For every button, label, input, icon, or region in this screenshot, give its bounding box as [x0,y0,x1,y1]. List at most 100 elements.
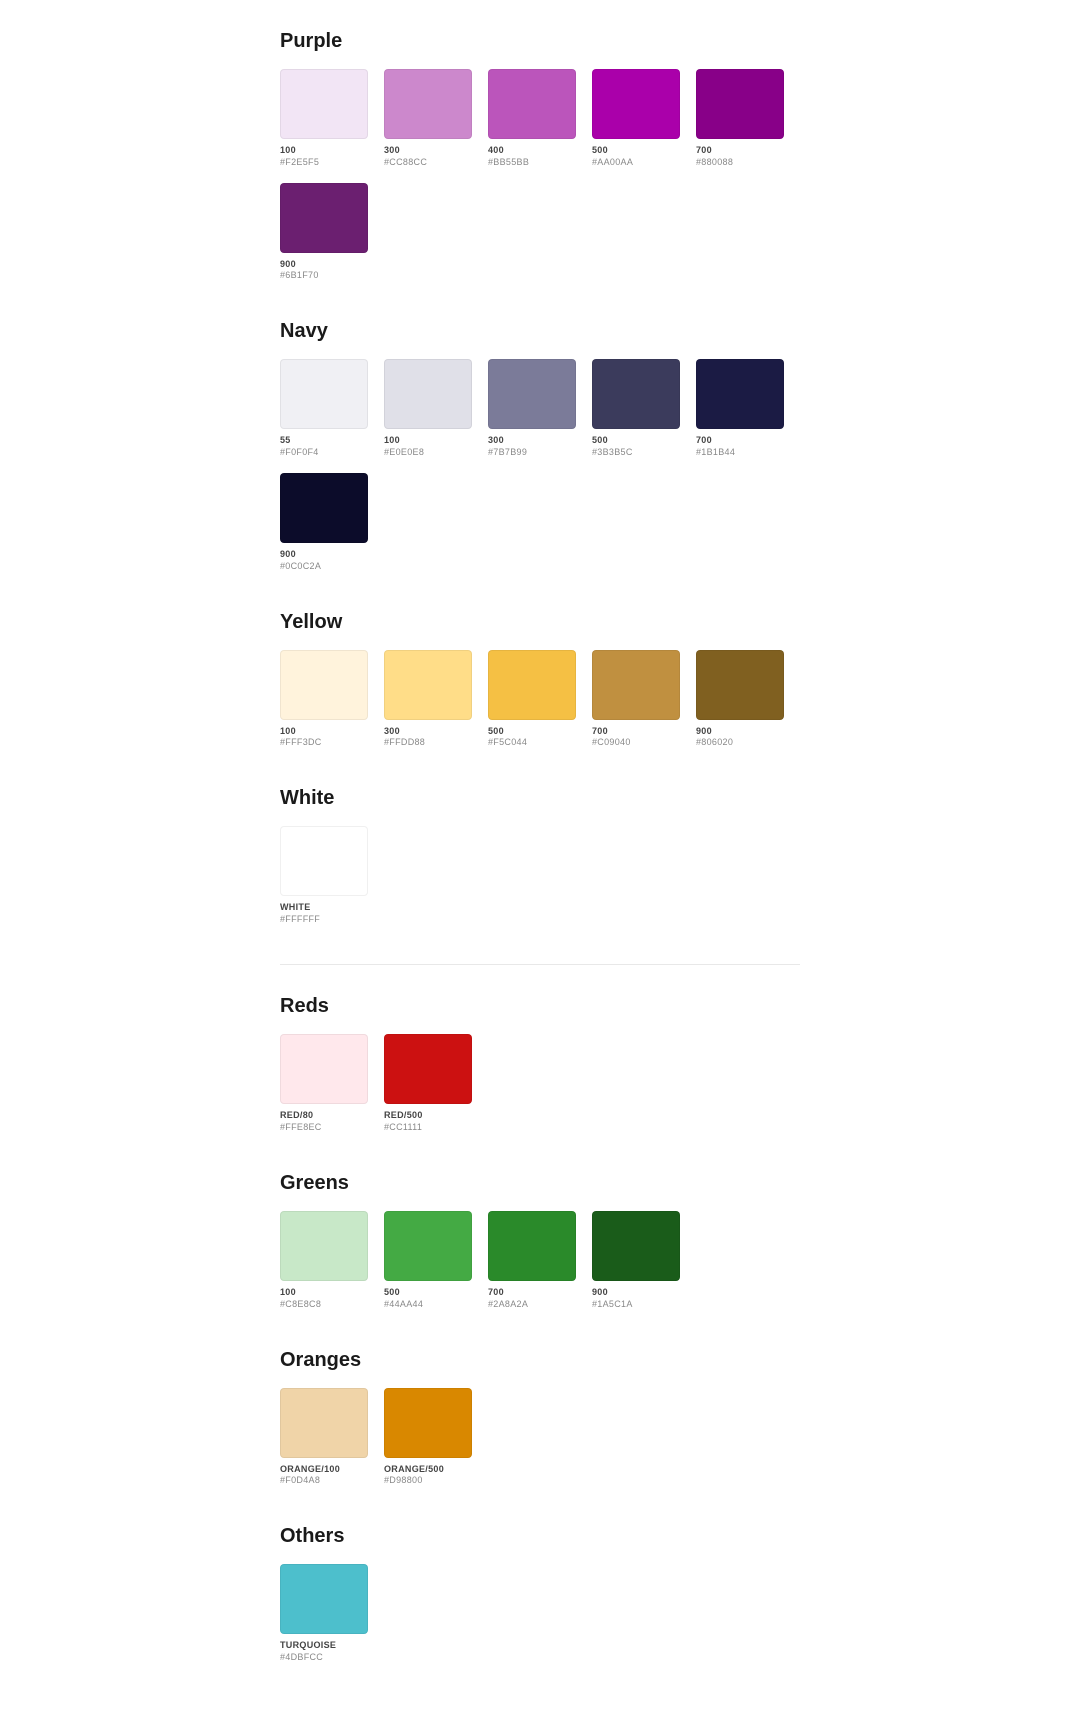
color-hex: #1B1B44 [696,447,735,457]
color-swatch [280,1564,368,1634]
color-item: 500#F5C044 [488,650,576,748]
color-item: 700#880088 [696,69,784,167]
color-row-white: WHITE#FFFFFF [280,826,800,924]
color-hex: #1A5C1A [592,1299,633,1309]
color-item: 55#F0F0F4 [280,359,368,457]
color-label: 300 [488,435,504,447]
color-row-reds: RED/80#FFE8EC RED/500#CC1111 [280,1034,800,1132]
color-item: 100#E0E0E8 [384,359,472,457]
color-swatch [592,650,680,720]
color-label: 100 [280,1287,296,1299]
color-swatch [384,650,472,720]
divider [280,964,800,965]
color-swatch [592,1211,680,1281]
color-label: 700 [696,435,712,447]
color-swatch [384,1211,472,1281]
color-label: 55 [280,435,291,447]
section-title-oranges: Oranges [280,1349,800,1372]
color-label: 100 [280,145,296,157]
color-item: 700#1B1B44 [696,359,784,457]
color-hex: #F0D4A8 [280,1475,320,1485]
color-item: 900#0C0C2A [280,473,368,571]
color-label: 100 [280,726,296,738]
color-swatch [280,1388,368,1458]
color-item: 400#BB55BB [488,69,576,167]
color-hex: #CC88CC [384,157,427,167]
color-label: 900 [592,1287,608,1299]
color-item: 900#1A5C1A [592,1211,680,1309]
color-hex: #AA00AA [592,157,633,167]
color-hex: #4DBFCC [280,1652,323,1662]
color-item: 300#7B7B99 [488,359,576,457]
color-item: WHITE#FFFFFF [280,826,368,924]
color-swatch [280,1034,368,1104]
color-swatch [696,650,784,720]
color-swatch [384,69,472,139]
color-label: 500 [592,435,608,447]
color-swatch [488,69,576,139]
color-item: 900#6B1F70 [280,183,368,281]
color-hex: #2A8A2A [488,1299,528,1309]
color-hex: #FFF3DC [280,737,322,747]
color-hex: #F5C044 [488,737,527,747]
color-item: 500#3B3B5C [592,359,680,457]
section-title-yellow: Yellow [280,611,800,634]
color-swatch [696,359,784,429]
color-item: 500#44AA44 [384,1211,472,1309]
color-label: 300 [384,145,400,157]
color-hex: #FFFFFF [280,914,320,924]
color-label: TURQUOISE [280,1640,336,1652]
color-swatch [280,1211,368,1281]
color-row-purple: 100#F2E5F5300#CC88CC400#BB55BB500#AA00AA… [280,69,800,280]
color-row-navy: 55#F0F0F4100#E0E0E8300#7B7B99500#3B3B5C7… [280,359,800,570]
color-hex: #880088 [696,157,733,167]
section-title-greens: Greens [280,1172,800,1195]
color-hex: #FFE8EC [280,1122,322,1132]
color-item: 700#C09040 [592,650,680,748]
color-hex: #806020 [696,737,733,747]
color-label: 500 [592,145,608,157]
color-swatch [696,69,784,139]
color-label: ORANGE/500 [384,1464,444,1476]
color-swatch [384,1388,472,1458]
color-swatch [280,826,368,896]
color-item: 900#806020 [696,650,784,748]
color-item: 100#FFF3DC [280,650,368,748]
color-label: 700 [696,145,712,157]
color-row-oranges: ORANGE/100#F0D4A8ORANGE/500#D98800 [280,1388,800,1486]
section-oranges: OrangesORANGE/100#F0D4A8ORANGE/500#D9880… [280,1349,800,1486]
color-item: ORANGE/100#F0D4A8 [280,1388,368,1486]
color-label: 100 [384,435,400,447]
color-label: 700 [488,1287,504,1299]
color-hex: #3B3B5C [592,447,633,457]
section-title-navy: Navy [280,320,800,343]
color-item: 100#C8E8C8 [280,1211,368,1309]
color-row-yellow: 100#FFF3DC300#FFDD88500#F5C044700#C09040… [280,650,800,748]
color-label: ORANGE/100 [280,1464,340,1476]
color-swatch [280,359,368,429]
color-item: 300#CC88CC [384,69,472,167]
section-reds: RedsRED/80#FFE8ECRED/500#CC1111 [280,995,800,1132]
color-hex: #F0F0F4 [280,447,319,457]
section-title-others: Others [280,1525,800,1548]
color-label: 900 [696,726,712,738]
color-label: 300 [384,726,400,738]
color-hex: #44AA44 [384,1299,423,1309]
color-item: RED/500#CC1111 [384,1034,472,1132]
section-navy: Navy55#F0F0F4100#E0E0E8300#7B7B99500#3B3… [280,320,800,570]
color-label: 400 [488,145,504,157]
color-label: 500 [384,1287,400,1299]
color-swatch [488,359,576,429]
color-swatch [384,1034,472,1104]
color-swatch [488,650,576,720]
color-label: RED/80 [280,1110,313,1122]
section-purple: Purple100#F2E5F5300#CC88CC400#BB55BB500#… [280,30,800,280]
color-row-others: TURQUOISE#4DBFCC [280,1564,800,1662]
color-label: 700 [592,726,608,738]
color-swatch [280,69,368,139]
page-container: Purple100#F2E5F5300#CC88CC400#BB55BB500#… [240,30,840,1662]
color-swatch [592,69,680,139]
color-hex: #CC1111 [384,1122,422,1132]
color-swatch [280,473,368,543]
color-item: 100#F2E5F5 [280,69,368,167]
